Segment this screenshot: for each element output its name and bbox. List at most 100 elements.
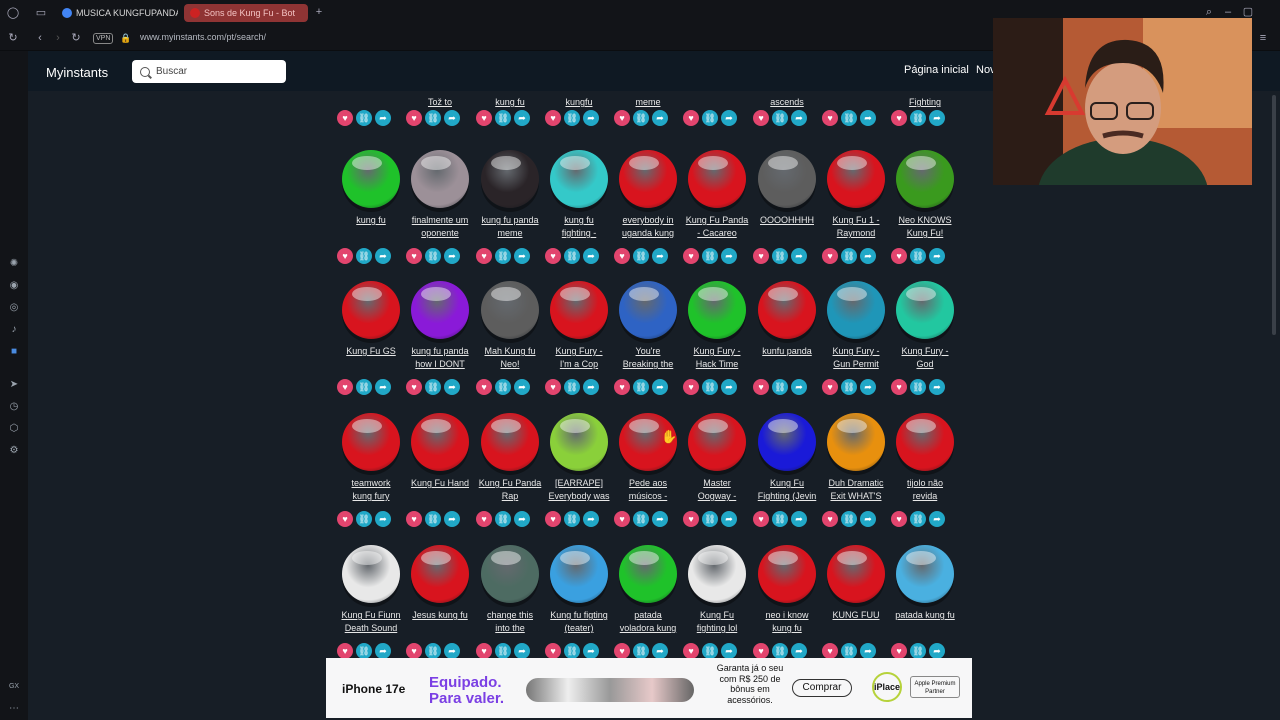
ad-banner[interactable]: iPhone 17e Equipado. Para valer. Garanta… — [326, 658, 972, 718]
copy-link-icon[interactable]: ⛓ — [356, 643, 372, 659]
share-icon[interactable]: ➦ — [514, 110, 530, 126]
play-sound-button[interactable] — [758, 545, 816, 603]
favorite-heart-icon[interactable]: ♥ — [337, 511, 353, 527]
share-icon[interactable]: ➦ — [860, 110, 876, 126]
sound-name-link[interactable]: kung fu panda how I DONT — [400, 345, 480, 371]
sound-name-link[interactable]: Kung Fury - Gun Permit — [816, 345, 896, 371]
sound-name-link[interactable]: patada voladora kung — [608, 609, 688, 635]
sound-name-link[interactable]: tijolo não revida — [885, 477, 965, 503]
play-sound-button[interactable] — [481, 545, 539, 603]
favorite-heart-icon[interactable]: ♥ — [406, 511, 422, 527]
sound-name-link[interactable]: change this into the — [470, 609, 550, 635]
favorite-heart-icon[interactable]: ♥ — [891, 110, 907, 126]
share-icon[interactable]: ➦ — [444, 511, 460, 527]
favorite-heart-icon[interactable]: ♥ — [753, 511, 769, 527]
instagram-icon[interactable]: ◎ — [8, 302, 20, 314]
favorite-heart-icon[interactable]: ♥ — [545, 643, 561, 659]
sound-name-link[interactable]: Tož to — [400, 96, 480, 109]
hamburger-menu-icon[interactable]: ≡ — [1256, 32, 1270, 44]
sound-name-link[interactable]: neo i know kung fu — [747, 609, 827, 635]
favorite-heart-icon[interactable]: ♥ — [545, 379, 561, 395]
gx-icon[interactable]: GX — [8, 681, 20, 693]
favorite-heart-icon[interactable]: ♥ — [476, 110, 492, 126]
play-sound-button[interactable] — [688, 545, 746, 603]
sound-name-link[interactable]: You're Breaking the — [608, 345, 688, 371]
play-sound-button[interactable] — [550, 150, 608, 208]
share-icon[interactable]: ➦ — [721, 110, 737, 126]
share-icon[interactable]: ➦ — [929, 379, 945, 395]
favorite-heart-icon[interactable]: ♥ — [337, 110, 353, 126]
share-icon[interactable]: ➦ — [929, 110, 945, 126]
play-sound-button[interactable] — [758, 281, 816, 339]
sound-name-link[interactable]: Kung Fu Fiunn Death Sound — [331, 609, 411, 635]
share-icon[interactable]: ➦ — [791, 110, 807, 126]
share-icon[interactable]: ➦ — [583, 110, 599, 126]
sound-name-link[interactable]: teamwork kung fury — [331, 477, 411, 503]
favorite-heart-icon[interactable]: ♥ — [683, 379, 699, 395]
share-icon[interactable]: ➦ — [929, 511, 945, 527]
play-sound-button[interactable] — [758, 413, 816, 471]
sound-name-link[interactable]: Pede aos músicos - — [608, 477, 688, 503]
sound-name-link[interactable]: Neo KNOWS Kung Fu! — [885, 214, 965, 240]
sound-name-link[interactable]: Kung Fu Hand — [400, 477, 480, 490]
sound-name-link[interactable]: Kung Fu 1 - Raymond — [816, 214, 896, 240]
copy-link-icon[interactable]: ⛓ — [910, 379, 926, 395]
sound-name-link[interactable]: kunfu panda — [747, 345, 827, 358]
share-icon[interactable]: ➦ — [721, 248, 737, 264]
share-icon[interactable]: ➦ — [652, 511, 668, 527]
favorite-heart-icon[interactable]: ♥ — [614, 379, 630, 395]
share-icon[interactable]: ➦ — [375, 511, 391, 527]
site-logo[interactable]: Myinstants — [46, 65, 108, 80]
play-sound-button[interactable] — [342, 545, 400, 603]
copy-link-icon[interactable]: ⛓ — [772, 110, 788, 126]
sound-name-link[interactable]: OOOOHHHH — [747, 214, 827, 227]
minimize-icon[interactable]: – — [1221, 6, 1235, 18]
favorite-heart-icon[interactable]: ♥ — [406, 379, 422, 395]
favorite-heart-icon[interactable]: ♥ — [545, 511, 561, 527]
copy-link-icon[interactable]: ⛓ — [425, 248, 441, 264]
copy-link-icon[interactable]: ⛓ — [425, 379, 441, 395]
favorite-heart-icon[interactable]: ♥ — [753, 379, 769, 395]
share-icon[interactable]: ➦ — [791, 379, 807, 395]
share-icon[interactable]: ➦ — [444, 643, 460, 659]
copy-link-icon[interactable]: ⛓ — [564, 248, 580, 264]
share-icon[interactable]: ➦ — [860, 643, 876, 659]
play-sound-button[interactable] — [896, 413, 954, 471]
share-icon[interactable]: ➦ — [375, 248, 391, 264]
sound-name-link[interactable]: Kung Fu GS — [331, 345, 411, 358]
more-icon[interactable]: ⋯ — [8, 703, 20, 715]
whatsapp-icon[interactable]: ◉ — [8, 280, 20, 292]
share-icon[interactable]: ➦ — [929, 248, 945, 264]
favorite-heart-icon[interactable]: ♥ — [891, 379, 907, 395]
share-icon[interactable]: ➦ — [860, 511, 876, 527]
share-icon[interactable]: ➦ — [444, 379, 460, 395]
tab-sons-kung-fu[interactable]: Sons de Kung Fu - Bot — [184, 4, 308, 22]
play-sound-button[interactable] — [411, 281, 469, 339]
share-icon[interactable]: ➦ — [375, 379, 391, 395]
share-icon[interactable]: ➦ — [791, 248, 807, 264]
share-icon[interactable]: ➦ — [721, 511, 737, 527]
sound-name-link[interactable]: Mah Kung fu Neo! — [470, 345, 550, 371]
copy-link-icon[interactable]: ⛓ — [356, 379, 372, 395]
favorite-heart-icon[interactable]: ♥ — [337, 379, 353, 395]
copy-link-icon[interactable]: ⛓ — [633, 511, 649, 527]
copy-link-icon[interactable]: ⛓ — [910, 110, 926, 126]
favorite-heart-icon[interactable]: ♥ — [753, 248, 769, 264]
favorite-heart-icon[interactable]: ♥ — [683, 110, 699, 126]
copy-link-icon[interactable]: ⛓ — [564, 110, 580, 126]
sound-name-link[interactable]: Fighting — [885, 96, 965, 109]
share-icon[interactable]: ➦ — [652, 248, 668, 264]
copy-link-icon[interactable]: ⛓ — [564, 379, 580, 395]
copy-link-icon[interactable]: ⛓ — [772, 643, 788, 659]
sound-name-link[interactable]: kung fu panda meme — [470, 214, 550, 240]
nav-home-link[interactable]: Página inicial — [904, 64, 969, 76]
copy-link-icon[interactable]: ⛓ — [702, 643, 718, 659]
play-sound-button[interactable] — [619, 545, 677, 603]
copy-link-icon[interactable]: ⛓ — [841, 511, 857, 527]
favorite-heart-icon[interactable]: ♥ — [614, 110, 630, 126]
copy-link-icon[interactable]: ⛓ — [564, 511, 580, 527]
copy-link-icon[interactable]: ⛓ — [633, 248, 649, 264]
sound-name-link[interactable]: finalmente um oponente — [400, 214, 480, 240]
play-sound-button[interactable] — [896, 150, 954, 208]
ad-buy-button[interactable]: Comprar — [792, 679, 852, 697]
